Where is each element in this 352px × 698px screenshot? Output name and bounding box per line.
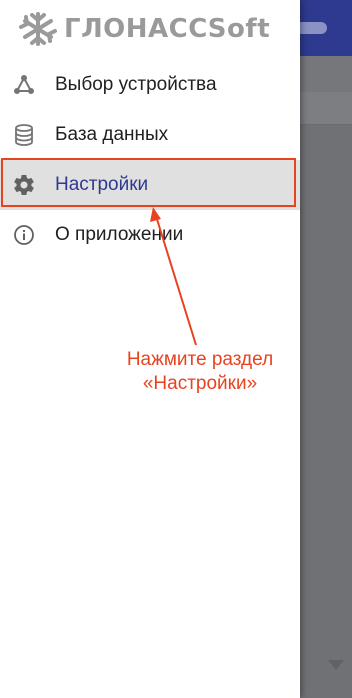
annotation-line: «Настройки» bbox=[142, 373, 258, 394]
dropdown-arrow-icon bbox=[328, 660, 344, 670]
background-row bbox=[300, 92, 352, 125]
navigation-drawer: ГЛОНАССSoft Выбор устройства База данных… bbox=[0, 0, 300, 698]
annotation-line: Нажмите раздел bbox=[126, 349, 274, 370]
annotation-callout: Нажмите раздел «Настройки» bbox=[110, 348, 290, 396]
background-row bbox=[300, 56, 352, 92]
